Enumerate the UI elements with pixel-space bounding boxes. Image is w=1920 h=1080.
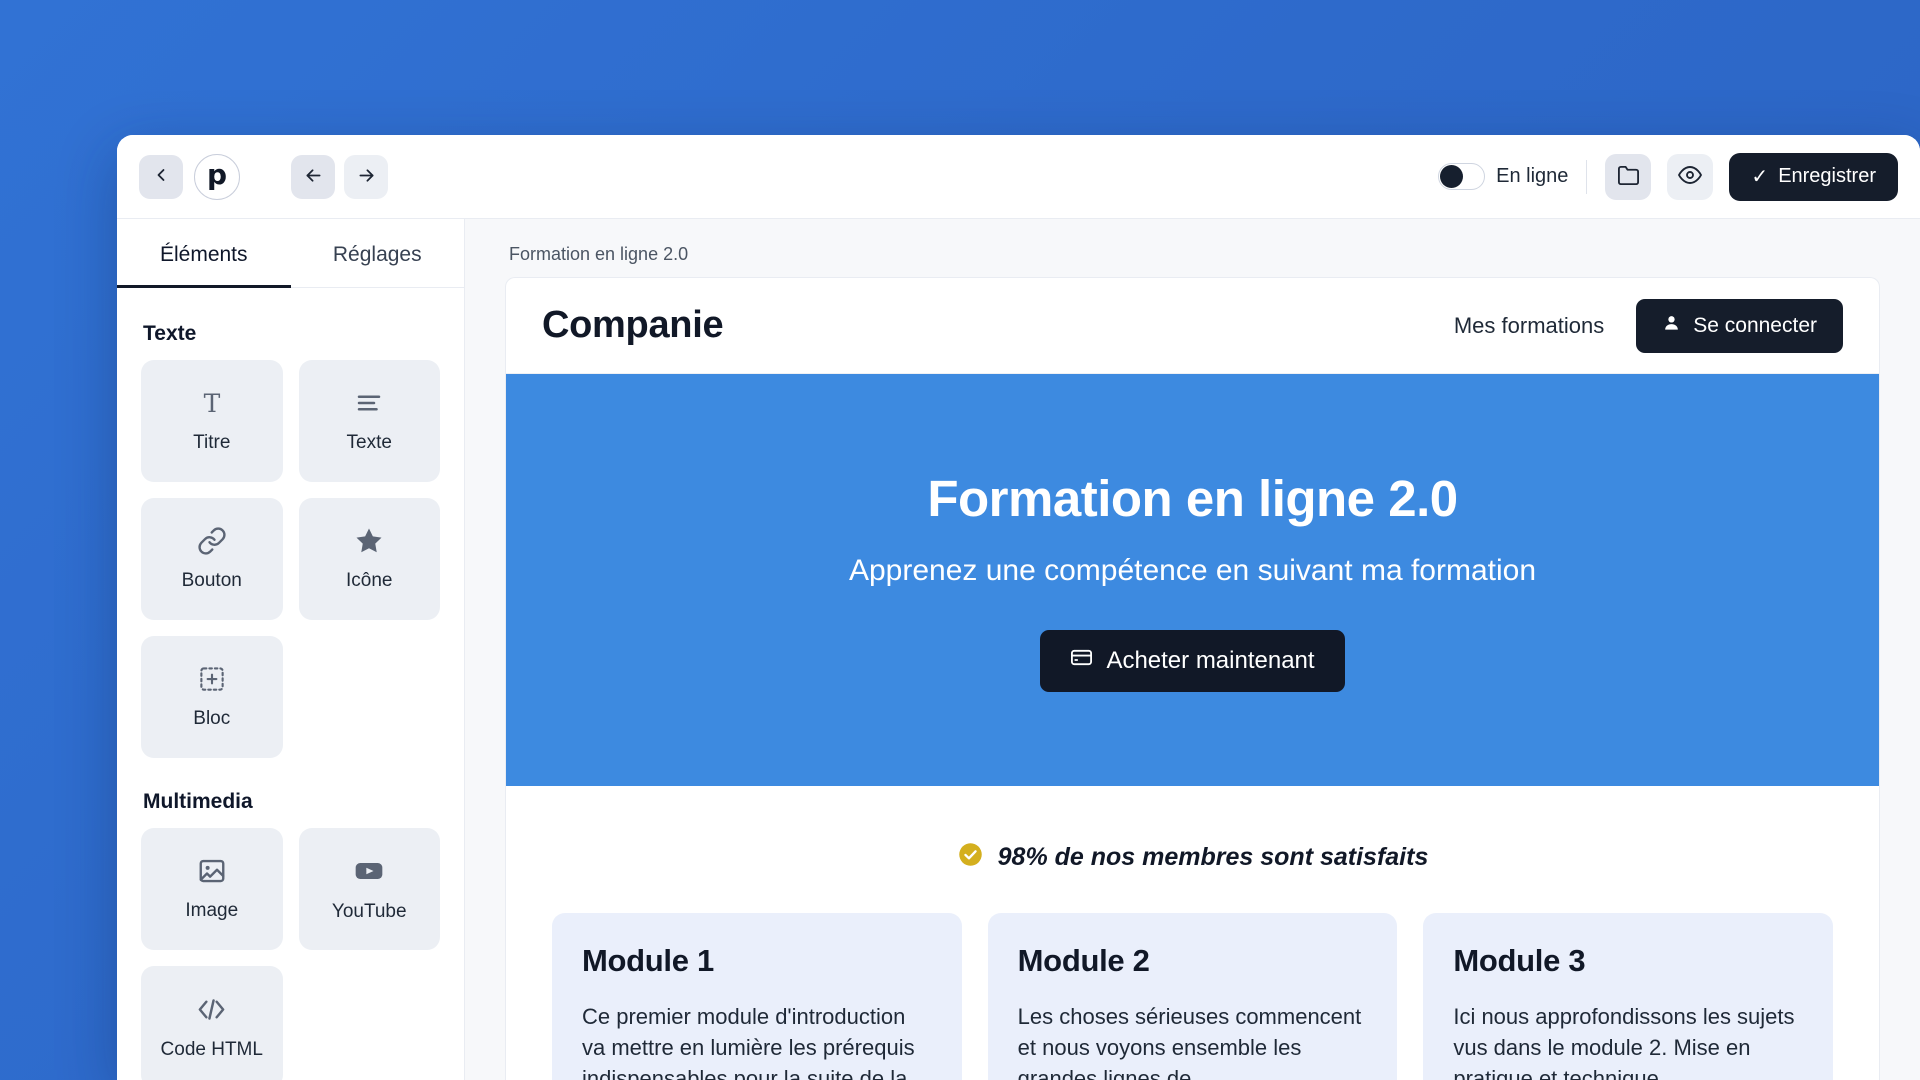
user-icon [1662,313,1681,338]
breadcrumb: Formation en ligne 2.0 [509,244,689,264]
heading-icon: T [197,388,227,418]
module-title: Module 2 [1017,943,1150,978]
modules-grid: Module 1 Ce premier module d'introductio… [506,913,1879,1080]
tab-elements[interactable]: Éléments [117,219,291,288]
palette-label: Icône [346,570,393,591]
page-preview-frame: Companie Mes formations Se connecter For… [505,277,1880,1080]
add-block-icon [197,664,227,694]
save-button[interactable]: ✓ Enregistrer [1729,152,1898,201]
palette-item-texte[interactable]: Texte [298,360,440,482]
online-toggle[interactable] [1438,163,1486,190]
hero-title: Formation en ligne 2.0 [927,469,1458,527]
app-logo-letter: p [206,157,228,191]
login-button[interactable]: Se connecter [1636,298,1843,353]
check-circle-icon [957,841,984,873]
editor-canvas: Formation en ligne 2.0 Companie Mes form… [465,219,1920,1080]
module-title: Module 1 [582,943,714,978]
link-icon [197,526,227,556]
palette-grid-texte: T Titre Texte Bouton Icône Bloc [141,360,440,758]
app-logo[interactable]: p [194,153,240,200]
svg-text:T: T [203,389,220,418]
palette-item-code-html[interactable]: Code HTML [141,966,283,1080]
tab-settings[interactable]: Réglages [291,219,465,287]
chevron-left-icon [151,165,171,188]
star-icon [354,526,384,556]
code-icon [196,994,227,1025]
module-body: Ici nous approfondissons les sujets vus … [1453,1004,1795,1080]
online-toggle-label: En ligne [1496,165,1569,187]
palette-label: YouTube [331,901,407,922]
nav-link-mes-formations[interactable]: Mes formations [1454,313,1604,339]
module-body: Ce premier module d'introduction va mett… [582,1004,915,1080]
folder-icon [1617,164,1640,190]
save-button-label: Enregistrer [1778,165,1876,187]
palette-label: Titre [193,432,231,453]
module-card[interactable]: Module 2 Les choses sérieuses commencent… [987,913,1398,1080]
palette-label: Bloc [193,708,231,729]
youtube-icon [353,855,385,887]
arrow-left-icon [303,165,324,189]
palette-item-titre[interactable]: T Titre [141,360,283,482]
credit-card-icon [1070,646,1093,676]
palette-label: Bouton [181,570,242,591]
folder-button[interactable] [1605,153,1652,200]
left-sidebar: Éléments Réglages Texte T Titre Texte Bo… [117,219,465,1080]
group-title-texte: Texte [143,322,197,345]
arrow-right-icon [356,165,377,189]
back-button[interactable] [139,154,183,199]
satisfaction-badge[interactable]: 98% de nos membres sont satisfaits [506,786,1879,913]
satisfaction-badge-text: 98% de nos membres sont satisfaits [997,842,1429,871]
eye-icon [1678,163,1703,190]
palette-item-image[interactable]: Image [141,828,283,950]
undo-button[interactable] [291,154,335,199]
module-card[interactable]: Module 1 Ce premier module d'introductio… [552,913,962,1080]
toolbar-left-group: p [139,153,388,200]
hero-section[interactable]: Formation en ligne 2.0 Apprenez une comp… [506,374,1879,786]
site-nav: Mes formations Se connecter [1454,298,1843,353]
preview-button[interactable] [1667,153,1714,200]
module-card[interactable]: Module 3 Ici nous approfondissons les su… [1423,913,1833,1080]
site-brand[interactable]: Companie [542,304,724,347]
top-toolbar: p En ligne ✓ Enregistrer [117,135,1920,219]
workspace: Éléments Réglages Texte T Titre Texte Bo… [117,219,1920,1080]
hero-cta-label: Acheter maintenant [1106,646,1315,674]
palette-item-youtube[interactable]: YouTube [298,828,440,950]
hero-cta-button[interactable]: Acheter maintenant [1040,629,1345,692]
hero-subtitle: Apprenez une compétence en suivant ma fo… [848,553,1537,587]
toolbar-divider [1586,159,1588,194]
palette-item-icone[interactable]: Icône [298,498,440,620]
toolbar-right-group: En ligne ✓ Enregistrer [1438,152,1898,201]
group-title-multimedia: Multimedia [143,790,253,813]
sidebar-content: Texte T Titre Texte Bouton Icône Bloc Mu… [117,288,464,1080]
palette-label: Code HTML [160,1038,263,1060]
app-window: p En ligne ✓ Enregistrer Éléments Réglag… [117,135,1920,1080]
palette-label: Texte [346,432,392,453]
sidebar-tabs: Éléments Réglages [117,219,464,288]
desktop-background: p En ligne ✓ Enregistrer Éléments Réglag… [0,0,1920,1080]
palette-grid-multimedia: Image YouTube Code HTML [141,828,440,1080]
image-icon [197,856,227,886]
module-body: Les choses sérieuses commencent et nous … [1017,1004,1362,1080]
palette-label: Image [185,900,239,921]
palette-item-bouton[interactable]: Bouton [141,498,283,620]
login-button-label: Se connecter [1693,313,1817,337]
palette-item-bloc[interactable]: Bloc [141,636,283,758]
online-toggle-group: En ligne [1438,163,1568,190]
module-title: Module 3 [1453,943,1586,978]
check-icon: ✓ [1751,166,1769,188]
text-lines-icon [354,388,384,418]
site-header: Companie Mes formations Se connecter [506,278,1879,374]
redo-button[interactable] [344,154,388,199]
history-nav-group [291,154,388,199]
